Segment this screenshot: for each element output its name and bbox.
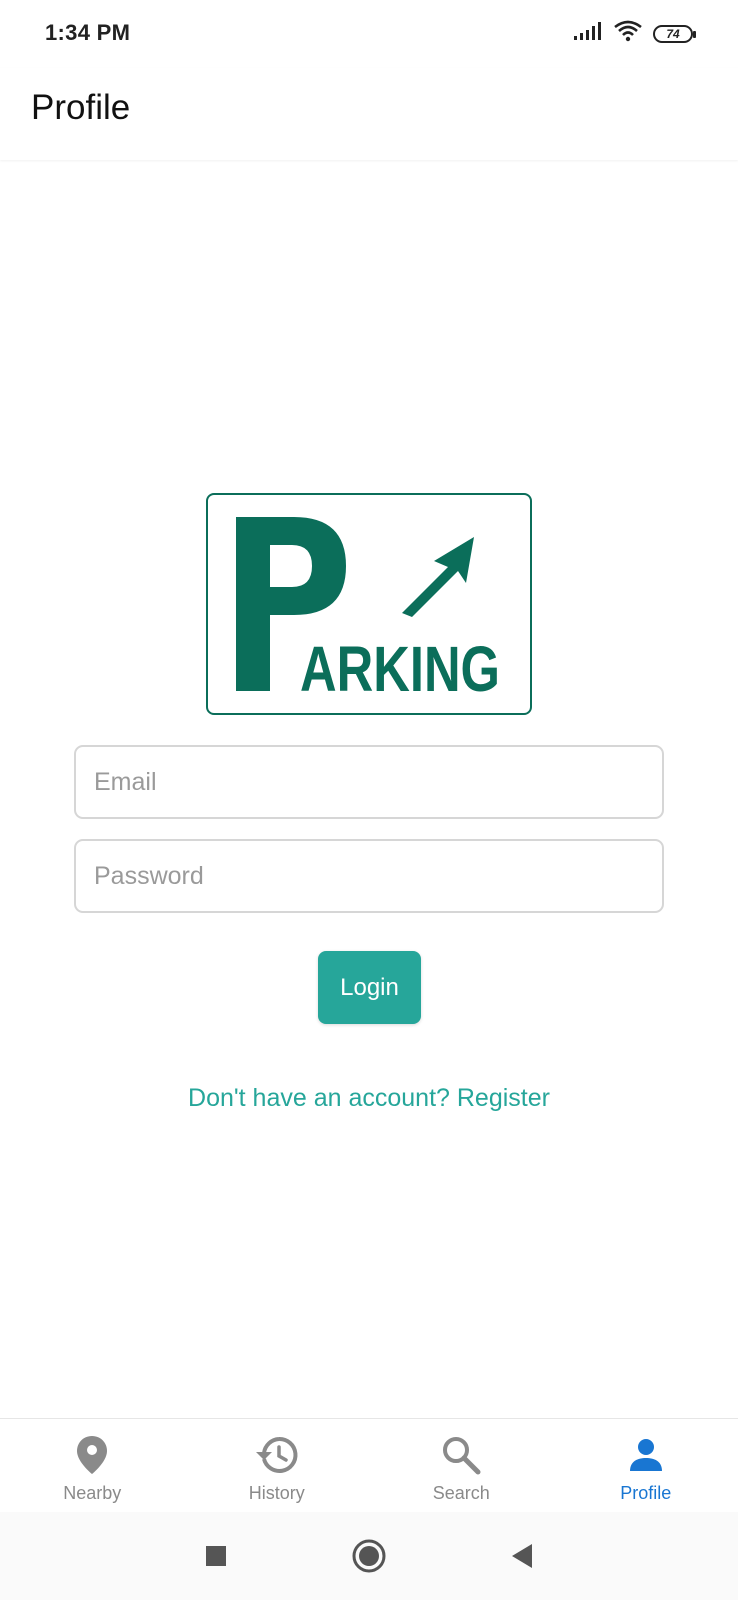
nav-item-profile[interactable]: Profile: [554, 1419, 738, 1513]
signal-icon: [573, 21, 603, 46]
page-title: Profile: [31, 88, 131, 127]
logo-text: ARKING: [300, 633, 500, 705]
nav-label-search: Search: [432, 1483, 490, 1503]
nav-label-nearby: Nearby: [63, 1483, 122, 1503]
search-icon: [439, 1433, 483, 1477]
nav-label-profile: Profile: [620, 1483, 672, 1503]
login-button[interactable]: Login: [318, 951, 421, 1024]
nav-label-history: History: [248, 1483, 305, 1503]
parking-logo: ARKING: [206, 493, 532, 715]
status-icons: 74: [573, 20, 696, 47]
system-nav: [0, 1512, 738, 1600]
status-time: 1:34 PM: [45, 20, 131, 45]
back-icon[interactable]: [500, 1534, 544, 1578]
wifi-icon: [613, 20, 643, 47]
history-icon: [255, 1433, 299, 1477]
parking-logo-graphic: ARKING: [236, 517, 500, 705]
recents-icon[interactable]: [194, 1534, 238, 1578]
home-icon[interactable]: [347, 1534, 391, 1578]
app-header: Profile: [0, 68, 738, 160]
register-link[interactable]: Don't have an account? Register: [0, 1084, 738, 1113]
nav-item-history[interactable]: History: [185, 1419, 370, 1513]
nav-item-nearby[interactable]: Nearby: [0, 1419, 185, 1513]
nav-item-search[interactable]: Search: [369, 1419, 554, 1513]
screen: 1:34 PM 74 Profile ARKING Email Login Do…: [0, 0, 738, 1600]
email-field[interactable]: [74, 745, 664, 819]
location-pin-icon: [70, 1433, 114, 1477]
password-field[interactable]: [74, 839, 664, 913]
status-bar: 1:34 PM 74: [0, 0, 738, 68]
battery-icon: 74: [653, 24, 696, 43]
bottom-nav: Nearby History Search Profile: [0, 1418, 738, 1513]
person-icon: [624, 1433, 668, 1477]
